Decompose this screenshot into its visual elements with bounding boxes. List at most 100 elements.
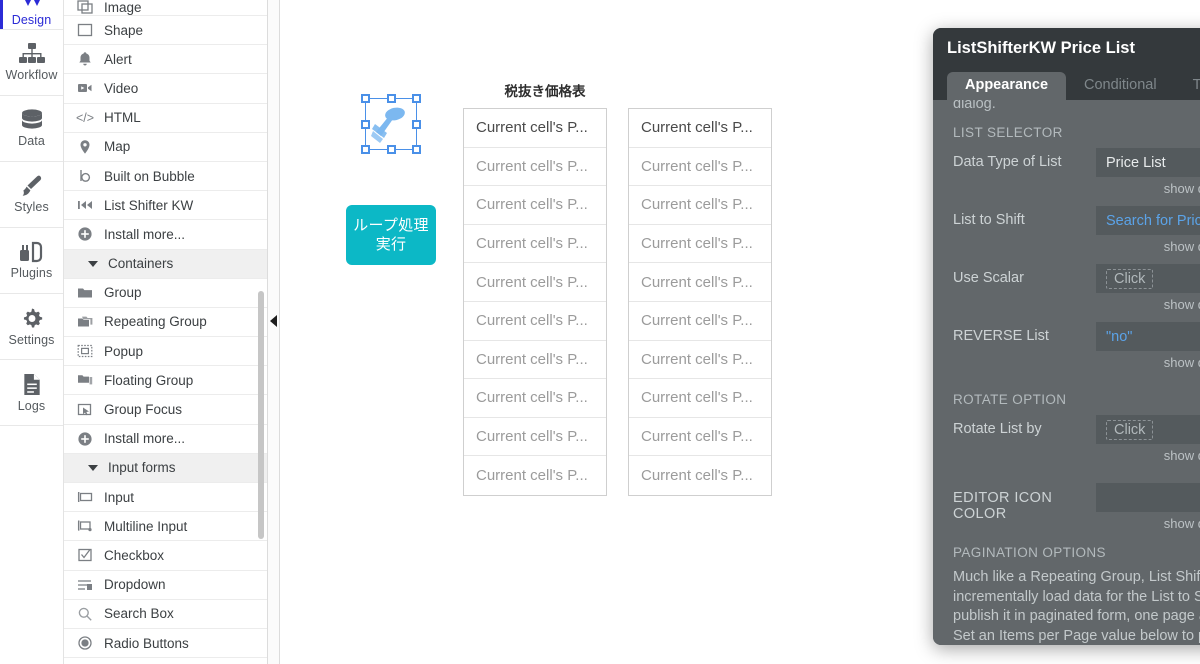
shape-icon (76, 21, 94, 39)
repeating-group-cell[interactable]: Current cell's P... (464, 379, 606, 418)
rail-item-styles[interactable]: Styles (0, 162, 63, 228)
palette-item-group[interactable]: Group (64, 279, 267, 308)
reverse-list-field[interactable]: "no" (1096, 322, 1200, 351)
repeating-group-secondary[interactable]: Current cell's P... Current cell's P... … (628, 108, 772, 496)
editor-icon-color-dropdown[interactable] (1096, 483, 1200, 512)
resize-handle-n[interactable] (386, 94, 396, 103)
repeating-group-cell[interactable]: Current cell's P... (464, 418, 606, 457)
rotate-list-by-field[interactable]: Click (1096, 415, 1200, 444)
palette-item-repeating-group[interactable]: Repeating Group (64, 308, 267, 338)
folder-icon (76, 284, 94, 302)
repeating-group-cell[interactable]: Current cell's P... (629, 148, 771, 187)
repeating-group-cell[interactable]: Current cell's P... (629, 302, 771, 341)
property-control: show documentation (1096, 483, 1200, 539)
repeating-group-cell[interactable]: Current cell's P... (464, 263, 606, 302)
show-documentation-link[interactable]: show documentation (1096, 181, 1200, 196)
palette-item-popup[interactable]: Popup (64, 337, 267, 367)
popup-icon (76, 342, 94, 360)
resize-handle-e[interactable] (412, 119, 421, 129)
rail-item-plugins[interactable]: Plugins (0, 228, 63, 294)
palette-item-list-shifter-kw[interactable]: List Shifter KW (64, 191, 267, 221)
palette-item-input[interactable]: Input (64, 483, 267, 513)
repeating-group-cell[interactable]: Current cell's P... (629, 109, 771, 148)
palette-section-input-forms[interactable]: Input forms (64, 453, 267, 483)
repeating-group-cell[interactable]: Current cell's P... (629, 263, 771, 302)
tab-conditional[interactable]: Conditional (1066, 72, 1175, 100)
tab-transitions[interactable]: Transitions (1175, 72, 1200, 100)
palette-label: Radio Buttons (104, 635, 189, 651)
loop-execute-button[interactable]: ループ処理 実行 (346, 205, 436, 265)
palette-section-containers[interactable]: Containers (64, 249, 267, 279)
palette-scrollbar[interactable] (258, 291, 264, 539)
rail-label-logs: Logs (17, 398, 46, 413)
repeating-group-cell[interactable]: Current cell's P... (629, 341, 771, 380)
group-focus-icon (76, 401, 94, 419)
palette-item-floating-group[interactable]: Floating Group (64, 366, 267, 396)
rail-item-design[interactable]: Design (0, 0, 63, 30)
palette-item-radio-buttons[interactable]: Radio Buttons (64, 629, 267, 659)
tab-appearance[interactable]: Appearance (947, 72, 1067, 100)
show-documentation-link[interactable]: show documentation (1096, 239, 1200, 254)
palette-item-install-more-elements[interactable]: Install more... (64, 220, 267, 250)
palette-section-label: Input forms (108, 460, 176, 476)
palette-item-dropdown[interactable]: Dropdown (64, 571, 267, 600)
show-documentation-link[interactable]: show documentation (1096, 448, 1200, 463)
data-type-of-list-dropdown[interactable]: Price List (1096, 148, 1200, 177)
repeating-group-cell[interactable]: Current cell's P... (464, 225, 606, 264)
bubble-b-icon (76, 167, 94, 185)
repeating-group-cell[interactable]: Current cell's P... (629, 186, 771, 225)
palette-item-alert[interactable]: Alert (64, 45, 267, 75)
loop-button-line2: 実行 (375, 236, 407, 253)
show-documentation-link[interactable]: show documentation (1096, 355, 1200, 370)
list-to-shift-field[interactable]: Search for Price Lists (1096, 206, 1200, 235)
show-documentation-link[interactable]: show documentation (1096, 297, 1200, 312)
palette-item-group-focus[interactable]: Group Focus (64, 395, 267, 425)
repeating-group-cell[interactable]: Current cell's P... (629, 379, 771, 418)
palette-label: Popup (104, 343, 144, 359)
caret-down-icon (88, 260, 98, 267)
floating-group-icon (76, 371, 94, 389)
selected-list-shifter-element[interactable] (361, 94, 421, 154)
palette-item-video[interactable]: Video (64, 74, 267, 104)
pagination-description-paragraph: Much like a Repeating Group, List Shifte… (953, 569, 1200, 644)
repeating-group-cell[interactable]: Current cell's P... (464, 302, 606, 341)
resize-handle-sw[interactable] (361, 145, 370, 154)
palette-item-checkbox[interactable]: Checkbox (64, 541, 267, 571)
show-documentation-link[interactable]: show documentation (1096, 516, 1200, 531)
repeating-group-cell[interactable]: Current cell's P... (464, 456, 606, 495)
rail-item-settings[interactable]: Settings (0, 294, 63, 360)
property-control: Click show documentation (1096, 264, 1200, 320)
repeating-group-cell[interactable]: Current cell's P... (464, 341, 606, 380)
palette-item-image[interactable]: Image (64, 0, 267, 16)
property-control: "no" show documentation (1096, 322, 1200, 378)
collapse-left-arrow-icon[interactable] (270, 315, 277, 327)
palette-item-built-on-bubble[interactable]: Built on Bubble (64, 162, 267, 192)
repeating-group-cell[interactable]: Current cell's P... (629, 225, 771, 264)
resize-handle-se[interactable] (412, 145, 421, 154)
repeating-group-cell[interactable]: Current cell's P... (464, 186, 606, 225)
repeating-group-cell[interactable]: Current cell's P... (464, 109, 606, 148)
resize-handle-ne[interactable] (412, 94, 421, 103)
repeating-group-cell[interactable]: Current cell's P... (629, 418, 771, 457)
property-row-editor-icon-color: EDITOR ICON COLOR show documentation (953, 483, 1200, 539)
resize-handle-w[interactable] (361, 119, 370, 129)
repeating-group-price-list[interactable]: Current cell's P... Current cell's P... … (463, 108, 607, 496)
rail-item-logs[interactable]: Logs (0, 360, 63, 426)
palette-collapse-column (268, 0, 280, 664)
palette-label: Shape (104, 22, 144, 38)
resize-handle-nw[interactable] (361, 94, 370, 103)
repeating-group-cell[interactable]: Current cell's P... (629, 456, 771, 495)
use-scalar-field[interactable]: Click (1096, 264, 1200, 293)
palette-item-multiline-input[interactable]: Multiline Input (64, 512, 267, 542)
rail-item-workflow[interactable]: Workflow (0, 30, 63, 96)
palette-item-html[interactable]: </> HTML (64, 104, 267, 133)
palette-item-search-box[interactable]: Search Box (64, 600, 267, 629)
resize-handle-s[interactable] (386, 145, 396, 154)
palette-item-map[interactable]: Map (64, 133, 267, 162)
palette-item-shape[interactable]: Shape (64, 16, 267, 46)
palette-item-install-more-containers[interactable]: Install more... (64, 425, 267, 454)
rail-item-data[interactable]: Data (0, 96, 63, 162)
repeating-group-cell[interactable]: Current cell's P... (464, 148, 606, 187)
property-row-reverse-list: REVERSE List "no" show documentation (953, 322, 1200, 378)
palette-label: Map (104, 139, 131, 155)
